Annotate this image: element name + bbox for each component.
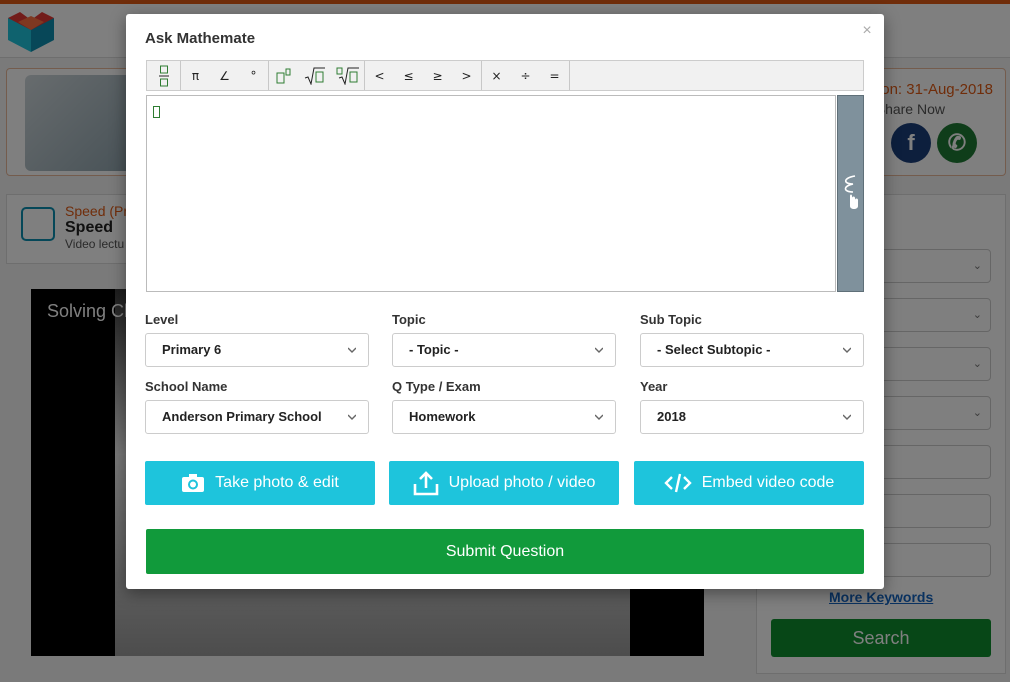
toolbar-group-powers — [269, 61, 365, 90]
school-name-value: Anderson Primary School — [162, 409, 322, 424]
power-icon[interactable] — [269, 61, 298, 90]
toolbar-group-comparison: < ≤ ≥ > — [365, 61, 482, 90]
chevron-down-icon — [348, 347, 356, 353]
embed-video-code-button[interactable]: Embed video code — [634, 461, 864, 505]
qtype-label: Q Type / Exam — [392, 379, 481, 394]
code-icon — [664, 473, 692, 493]
school-name-label: School Name — [145, 379, 228, 394]
chevron-down-icon — [595, 347, 603, 353]
pi-icon[interactable]: π — [181, 61, 210, 90]
submit-question-button[interactable]: Submit Question — [146, 529, 864, 574]
angle-icon[interactable]: ∠ — [210, 61, 239, 90]
math-editor[interactable] — [146, 95, 836, 292]
chevron-down-icon — [595, 414, 603, 420]
subtopic-label: Sub Topic — [640, 312, 702, 327]
qtype-value: Homework — [409, 409, 476, 424]
subtopic-select[interactable]: - Select Subtopic - — [640, 333, 864, 367]
equals-icon[interactable]: = — [540, 61, 569, 90]
degree-icon[interactable]: ° — [239, 61, 268, 90]
upload-label: Upload photo / video — [448, 474, 596, 491]
multiply-icon[interactable]: × — [482, 61, 511, 90]
square-root-icon[interactable] — [298, 61, 331, 90]
chevron-down-icon — [843, 347, 851, 353]
level-label: Level — [145, 312, 179, 327]
topic-label: Topic — [392, 312, 426, 327]
year-label: Year — [640, 379, 668, 394]
math-toolbar: π ∠ ° < ≤ ≥ > × ÷ = — [146, 60, 864, 91]
take-photo-button[interactable]: Take photo & edit — [145, 461, 375, 505]
divide-icon[interactable]: ÷ — [511, 61, 540, 90]
upload-photo-video-button[interactable]: Upload photo / video — [389, 461, 619, 505]
chevron-down-icon — [843, 414, 851, 420]
toolbar-group-symbols: π ∠ ° — [181, 61, 269, 90]
greater-than-icon[interactable]: > — [452, 61, 481, 90]
embed-label: Embed video code — [701, 474, 835, 491]
input-placeholder-box — [153, 106, 160, 118]
upload-icon — [413, 471, 438, 496]
ask-mathemate-dialog: Ask Mathemate × π ∠ ° < ≤ ≥ > × ÷ = Leve… — [126, 14, 884, 589]
level-select[interactable]: Primary 6 — [145, 333, 369, 367]
less-than-icon[interactable]: < — [365, 61, 394, 90]
subtopic-value: - Select Subtopic - — [657, 342, 771, 357]
handwriting-pointer-icon[interactable] — [837, 95, 864, 292]
year-select[interactable]: 2018 — [640, 400, 864, 434]
level-value: Primary 6 — [162, 342, 222, 357]
topic-select[interactable]: - Topic - — [392, 333, 616, 367]
close-icon[interactable]: × — [860, 23, 874, 39]
dialog-title: Ask Mathemate — [145, 30, 256, 47]
chevron-down-icon — [348, 414, 356, 420]
toolbar-group-fraction — [147, 61, 181, 90]
take-photo-label: Take photo & edit — [215, 474, 339, 491]
nth-root-icon[interactable] — [331, 61, 364, 90]
fraction-icon[interactable] — [147, 61, 180, 90]
greater-equal-icon[interactable]: ≥ — [423, 61, 452, 90]
topic-value: - Topic - — [409, 342, 459, 357]
less-equal-icon[interactable]: ≤ — [394, 61, 423, 90]
camera-icon — [182, 474, 205, 492]
school-name-select[interactable]: Anderson Primary School — [145, 400, 369, 434]
toolbar-group-operators: × ÷ = — [482, 61, 570, 90]
year-value: 2018 — [657, 409, 686, 424]
qtype-select[interactable]: Homework — [392, 400, 616, 434]
